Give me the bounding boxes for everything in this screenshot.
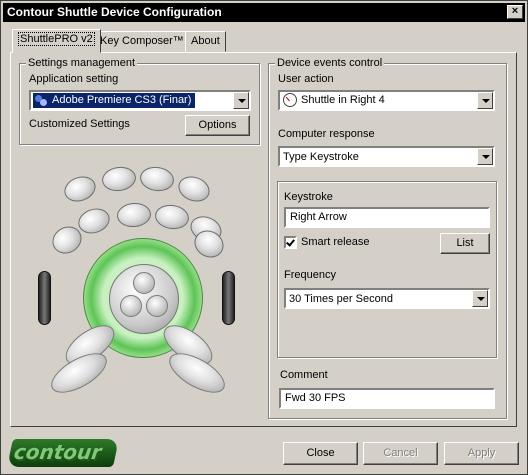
smart-release-label: Smart release	[301, 236, 370, 248]
computer-response-label: Computer response	[278, 128, 375, 140]
window-close-icon[interactable]: ×	[507, 5, 523, 19]
smart-release-checkbox[interactable]	[284, 236, 297, 249]
chevron-down-icon[interactable]	[477, 148, 493, 165]
tab-about[interactable]: About	[185, 31, 226, 52]
device-button-7[interactable]	[153, 202, 191, 232]
device-button-3[interactable]	[138, 164, 176, 194]
frequency-label: Frequency	[284, 269, 336, 281]
contour-logo: contour	[12, 440, 104, 464]
device-button-2[interactable]	[100, 164, 138, 194]
list-button[interactable]: List	[440, 233, 490, 254]
window-title: Contour Shuttle Device Configuration	[7, 5, 222, 19]
keystroke-label: Keystroke	[284, 191, 333, 203]
jog-dimple-icon	[146, 295, 168, 317]
keystroke-field[interactable]: Right Arrow	[284, 207, 490, 228]
comment-field[interactable]: Fwd 30 FPS	[279, 388, 495, 409]
customized-settings-label: Customized Settings	[29, 118, 130, 130]
chevron-down-icon[interactable]	[477, 92, 493, 109]
cancel-button[interactable]: Cancel	[363, 442, 438, 465]
user-action-dropdown[interactable]: Shuttle in Right 4	[278, 90, 495, 111]
computer-response-value: Type Keystroke	[283, 151, 359, 163]
jog-dimple-icon	[120, 295, 142, 317]
application-setting-value: Adobe Premiere CS3 (Finar)	[52, 94, 192, 106]
shuttlepro-device-image	[22, 163, 254, 409]
application-setting-dropdown[interactable]: Adobe Premiere CS3 (Finar)	[29, 90, 251, 111]
device-button-1[interactable]	[60, 172, 100, 206]
tab-shuttlepro[interactable]: ShuttlePRO v2	[12, 29, 101, 53]
title-bar[interactable]: Contour Shuttle Device Configuration ×	[3, 3, 525, 22]
config-window: Contour Shuttle Device Configuration × S…	[0, 0, 528, 475]
premiere-icon	[35, 94, 48, 107]
device-events-legend: Device events control	[275, 57, 385, 69]
jog-wheel[interactable]	[109, 264, 179, 334]
device-button-4[interactable]	[174, 172, 214, 206]
computer-response-dropdown[interactable]: Type Keystroke	[278, 146, 495, 167]
frequency-dropdown[interactable]: 30 Times per Second	[284, 288, 490, 309]
apply-button[interactable]: Apply	[444, 442, 519, 465]
user-action-label: User action	[278, 73, 334, 85]
close-button[interactable]: Close	[283, 442, 358, 465]
device-side-button-right[interactable]	[222, 271, 235, 325]
comment-label: Comment	[280, 369, 328, 381]
application-setting-label: Application setting	[29, 73, 119, 85]
device-side-button-left[interactable]	[38, 271, 51, 325]
device-button-6[interactable]	[116, 201, 152, 229]
frequency-value: 30 Times per Second	[289, 293, 393, 305]
jog-dimple-icon	[133, 272, 155, 294]
user-action-value: Shuttle in Right 4	[301, 93, 385, 106]
tab-key-composer[interactable]: Key Composer™	[94, 31, 190, 52]
options-button[interactable]: Options	[185, 115, 250, 136]
chevron-down-icon[interactable]	[472, 290, 488, 307]
shuttle-dial-icon	[283, 93, 297, 107]
settings-management-legend: Settings management	[26, 57, 138, 69]
device-button-5[interactable]	[75, 204, 113, 238]
chevron-down-icon[interactable]	[233, 92, 249, 109]
